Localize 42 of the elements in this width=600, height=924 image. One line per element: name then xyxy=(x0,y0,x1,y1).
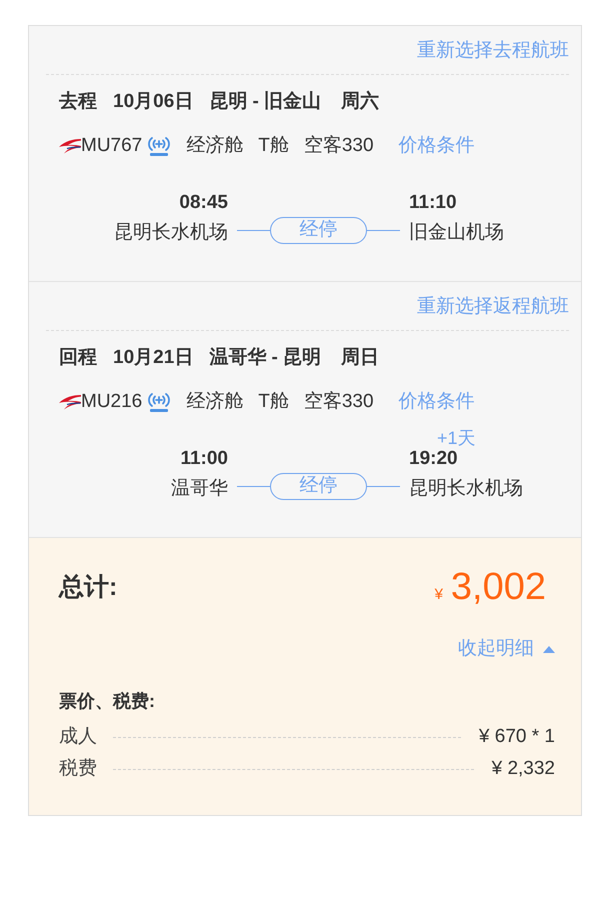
departure-time: 11:00 xyxy=(180,447,228,471)
cabin-class-label: T舱 xyxy=(258,390,289,414)
stopover-pill: 经停 xyxy=(270,472,367,500)
trip-direction-label: 去程 xyxy=(59,90,97,114)
price-rules-link[interactable]: 价格条件 xyxy=(398,390,475,414)
day-offset-label: +1天 xyxy=(437,428,476,448)
currency-symbol: ¥ xyxy=(434,586,443,603)
reselect-flight-link[interactable]: 重新选择去程航班 xyxy=(417,39,569,63)
reselect-flight-link[interactable]: 重新选择返程航班 xyxy=(417,295,569,319)
departure-time: 08:45 xyxy=(179,191,228,215)
fare-item-label: 税费 xyxy=(59,757,97,781)
route-text: 昆明 - 旧金山 xyxy=(209,90,322,114)
fare-item-value: ¥ 670 * 1 xyxy=(478,725,555,749)
arrival-time: 11:10 xyxy=(409,191,457,215)
weekday-label: 周日 xyxy=(341,346,380,370)
price-rules-link[interactable]: 价格条件 xyxy=(398,134,475,158)
bird-logo-icon xyxy=(59,138,81,154)
flight-number: MU767 xyxy=(81,134,142,158)
flight-number: MU216 xyxy=(81,390,142,414)
aircraft-label: 空客330 xyxy=(304,134,374,158)
flight-date: 10月06日 xyxy=(113,90,194,114)
flight-date: 10月21日 xyxy=(113,346,194,370)
arrival-airport: 旧金山机场 xyxy=(409,221,504,245)
cabin-class-label: T舱 xyxy=(258,134,289,158)
route-text: 温哥华 - 昆明 xyxy=(209,346,322,370)
total-label: 总计: xyxy=(59,572,118,602)
cabin-label: 经济舱 xyxy=(186,134,244,158)
departure-airport: 昆明长水机场 xyxy=(114,221,228,245)
collapse-details-link[interactable]: 收起明细 xyxy=(458,637,555,661)
breakdown-title: 票价、税费: xyxy=(59,690,156,713)
stopover-pill: 经停 xyxy=(270,216,367,244)
arrival-airport: 昆明长水机场 xyxy=(409,477,523,501)
trip-direction-label: 回程 xyxy=(59,346,97,370)
fare-item-label: 成人 xyxy=(59,725,97,749)
fare-item-value: ¥ 2,332 xyxy=(492,757,555,781)
weekday-label: 周六 xyxy=(341,90,380,114)
aircraft-label: 空客330 xyxy=(304,390,374,414)
arrival-time: 19:20 xyxy=(409,447,458,471)
departure-airport: 温哥华 xyxy=(171,477,228,501)
total-price: 3,002 xyxy=(450,568,546,606)
cabin-label: 经济舱 xyxy=(186,390,244,414)
bird-logo-icon xyxy=(59,394,81,410)
